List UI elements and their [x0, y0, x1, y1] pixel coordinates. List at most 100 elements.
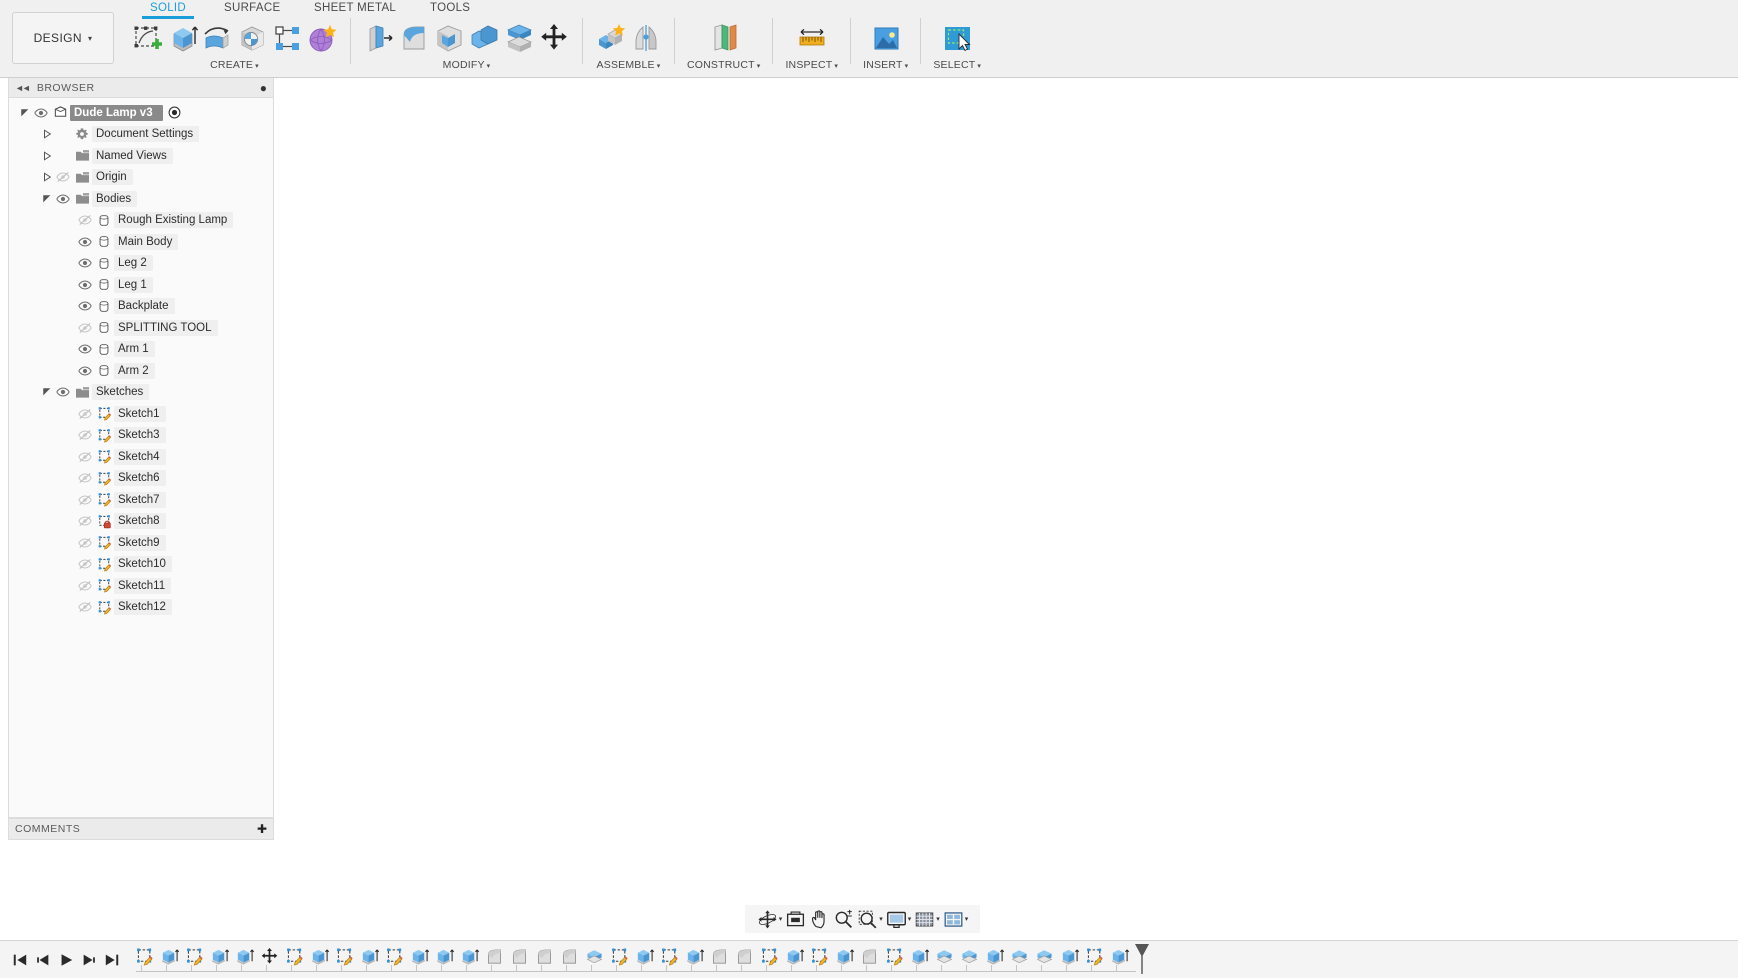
offset-face-icon[interactable] [503, 22, 535, 54]
grid-snaps-icon[interactable] [914, 909, 935, 930]
eye-visible-icon[interactable] [76, 299, 94, 313]
combine-icon[interactable] [468, 22, 500, 54]
group-label-assemble[interactable]: ASSEMBLE ▾ [597, 59, 661, 71]
tab-solid[interactable]: SOLID [141, 2, 195, 19]
timeline-feature-extrude[interactable] [632, 944, 657, 969]
tab-sheet-metal[interactable]: SHEET METAL [314, 2, 396, 14]
browser-node-leg-1[interactable]: Leg 1 [9, 274, 273, 296]
hole-icon[interactable] [236, 22, 268, 54]
browser-node-sketch4[interactable]: Sketch4 [9, 446, 273, 468]
orbit-control[interactable]: ▾ [756, 909, 784, 930]
move-copy-icon[interactable] [538, 22, 570, 54]
browser-node-sketch9[interactable]: Sketch9 [9, 532, 273, 554]
activate-component-radio[interactable] [168, 106, 181, 119]
revolve-icon[interactable] [201, 22, 233, 54]
group-label-select[interactable]: SELECT ▾ [933, 59, 981, 71]
add-comment-icon[interactable]: ✚ [257, 822, 267, 836]
timeline-feature-fillet[interactable] [557, 944, 582, 969]
tab-surface[interactable]: SURFACE [224, 2, 280, 14]
browser-node-sketch11[interactable]: Sketch11 [9, 575, 273, 597]
timeline-feature-shell[interactable] [1007, 944, 1032, 969]
group-label-modify[interactable]: MODIFY ▾ [443, 59, 491, 71]
timeline-feature-shell[interactable] [932, 944, 957, 969]
display-settings-control[interactable]: ▾ [885, 909, 913, 930]
eye-visible-icon[interactable] [54, 192, 72, 206]
offset-plane-icon[interactable] [708, 22, 740, 54]
eye-hidden-icon[interactable] [76, 450, 94, 464]
step-forward-icon[interactable] [79, 950, 99, 970]
timeline-feature-sketch[interactable] [182, 944, 207, 969]
eye-hidden-icon[interactable] [76, 557, 94, 571]
browser-node-backplate[interactable]: Backplate [9, 296, 273, 318]
browser-node-main-body[interactable]: Main Body [9, 231, 273, 253]
eye-hidden-icon[interactable] [76, 428, 94, 442]
eye-visible-icon[interactable] [54, 385, 72, 399]
timeline-feature-sketch[interactable] [282, 944, 307, 969]
eye-hidden-icon[interactable] [54, 170, 72, 184]
timeline-feature-fillet[interactable] [732, 944, 757, 969]
timeline-feature-extrude[interactable] [407, 944, 432, 969]
chevron-down-icon[interactable]: ▾ [908, 915, 912, 923]
browser-node-document-settings[interactable]: Document Settings [9, 124, 273, 146]
group-label-construct[interactable]: CONSTRUCT ▾ [687, 59, 760, 71]
rectangular-pattern-icon[interactable] [271, 22, 303, 54]
browser-node-origin[interactable]: Origin [9, 167, 273, 189]
group-label-inspect[interactable]: INSPECT ▾ [785, 59, 838, 71]
look-at-icon[interactable] [785, 909, 806, 930]
joint-icon[interactable] [630, 22, 662, 54]
browser-node-bodies[interactable]: Bodies [9, 188, 273, 210]
viewports-control[interactable]: ▾ [942, 909, 970, 930]
skip-to-end-icon[interactable] [102, 950, 122, 970]
double-left-arrow-icon[interactable]: ◄◄ [15, 83, 31, 93]
timeline-feature-move[interactable] [257, 944, 282, 969]
timeline-feature-fillet[interactable] [482, 944, 507, 969]
timeline-feature-extrude[interactable] [232, 944, 257, 969]
timeline-feature-extrude[interactable] [682, 944, 707, 969]
eye-hidden-icon[interactable] [76, 600, 94, 614]
browser-node-rough-existing-lamp[interactable]: Rough Existing Lamp [9, 210, 273, 232]
group-label-insert[interactable]: INSERT ▾ [863, 59, 908, 71]
play-icon[interactable] [56, 950, 76, 970]
timeline-feature-shell[interactable] [582, 944, 607, 969]
timeline-feature-sketch[interactable] [132, 944, 157, 969]
shell-icon[interactable] [433, 22, 465, 54]
orbit-icon[interactable] [757, 909, 778, 930]
eye-visible-icon[interactable] [76, 235, 94, 249]
chevron-down-icon[interactable]: ▾ [879, 915, 883, 923]
timeline-feature-extrude[interactable] [307, 944, 332, 969]
tab-tools[interactable]: TOOLS [430, 2, 470, 14]
browser-node-arm-1[interactable]: Arm 1 [9, 339, 273, 361]
panel-options-icon[interactable]: ● [260, 81, 267, 95]
zoom-control[interactable] [832, 909, 855, 930]
eye-hidden-icon[interactable] [76, 514, 94, 528]
extrude-icon[interactable] [166, 22, 198, 54]
timeline-feature-extrude[interactable] [832, 944, 857, 969]
zoom-window-icon[interactable] [857, 909, 878, 930]
twisty-collapsed-icon[interactable] [39, 129, 54, 139]
timeline-feature-sketch[interactable] [332, 944, 357, 969]
eye-visible-icon[interactable] [76, 342, 94, 356]
eye-hidden-icon[interactable] [76, 321, 94, 335]
browser-node-sketch12[interactable]: Sketch12 [9, 597, 273, 619]
browser-node-splitting-tool[interactable]: SPLITTING TOOL [9, 317, 273, 339]
display-settings-icon[interactable] [886, 909, 907, 930]
browser-node-sketches[interactable]: Sketches [9, 382, 273, 404]
create-sketch-icon[interactable] [131, 22, 163, 54]
timeline-feature-shell[interactable] [957, 944, 982, 969]
design-workspace-button[interactable]: DESIGN ▾ [12, 12, 114, 64]
twisty-collapsed-icon[interactable] [39, 151, 54, 161]
timeline-track[interactable] [132, 941, 1738, 978]
group-label-create[interactable]: CREATE ▾ [210, 59, 259, 71]
chevron-down-icon[interactable]: ▾ [779, 915, 783, 923]
browser-node-sketch1[interactable]: Sketch1 [9, 403, 273, 425]
eye-visible-icon[interactable] [76, 278, 94, 292]
browser-node-sketch7[interactable]: Sketch7 [9, 489, 273, 511]
twisty-expanded-icon[interactable] [39, 194, 54, 204]
grid-snaps-control[interactable]: ▾ [913, 909, 941, 930]
viewports-icon[interactable] [943, 909, 964, 930]
eye-hidden-icon[interactable] [76, 407, 94, 421]
timeline-feature-sketch[interactable] [657, 944, 682, 969]
timeline-feature-extrude[interactable] [1107, 944, 1132, 969]
select-window-icon[interactable] [941, 22, 973, 54]
model-dude-lamp[interactable] [565, 221, 1214, 848]
